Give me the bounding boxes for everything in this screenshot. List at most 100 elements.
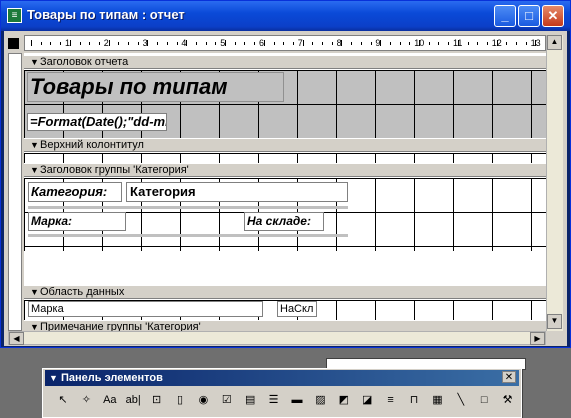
band-detail[interactable]: ▼ Область данных	[24, 285, 546, 299]
toolbox-title-bar[interactable]: ▼ Панель элементов	[45, 370, 519, 386]
close-button[interactable]: ✕	[542, 5, 564, 27]
band-page-header[interactable]: ▼ Верхний колонтитул	[24, 138, 546, 152]
ruler-tick	[438, 42, 440, 45]
date-textbox[interactable]: =Format(Date();"dd-mi	[27, 113, 167, 131]
title-bar[interactable]: ≡ Товары по типам : отчет _ □ ✕	[1, 1, 570, 31]
page-header-section[interactable]	[24, 153, 546, 163]
band-label: Верхний колонтитул	[40, 139, 144, 151]
toolbox-window: ▼ Панель элементов ✕ ↖ ✧ Aa ab| ⊡ ▯ ◉ ☑ ▤ ☰ ▬ ▨ ◩ ◪ ≡ ⊓…	[42, 368, 522, 418]
ruler-tick	[128, 42, 129, 45]
report-title-label[interactable]: Товары по типам	[27, 72, 284, 102]
horizontal-scrollbar[interactable]: ◀ ▶	[8, 331, 546, 345]
ruler-tick	[215, 42, 217, 45]
ruler-tick	[50, 42, 52, 45]
subform-tool[interactable]: ▦	[427, 389, 447, 411]
scroll-down-icon[interactable]: ▼	[547, 314, 562, 329]
ruler-tick	[176, 42, 178, 45]
ruler-tick	[79, 42, 81, 45]
ruler-tick	[448, 42, 450, 45]
ruler-tick	[360, 42, 362, 45]
category-textbox[interactable]: Категория	[126, 182, 348, 202]
ruler-tick	[195, 42, 197, 45]
toolbox-menu-icon[interactable]: ▼	[49, 370, 58, 386]
page-break-tool[interactable]: ≡	[381, 389, 401, 411]
ruler-tick	[89, 42, 91, 45]
horizontal-ruler[interactable]: 1 2 3 4 5 6 7 8 9 10 11 12 13	[24, 35, 546, 51]
control-wizards-tool[interactable]: ✧	[76, 389, 96, 411]
ruler-number: 9	[375, 38, 381, 48]
ruler-tick	[322, 42, 323, 45]
toolbox-close-button[interactable]: ✕	[502, 371, 516, 383]
list-box-tool[interactable]: ☰	[264, 389, 284, 411]
toggle-button-tool[interactable]: ▯	[170, 389, 190, 411]
vertical-scrollbar[interactable]: ▲ ▼	[546, 35, 563, 331]
report-selector[interactable]	[8, 38, 19, 49]
band-label: Примечание группы 'Категория'	[40, 321, 201, 331]
image-tool[interactable]: ▨	[310, 389, 330, 411]
band-arrow-icon: ▼	[30, 140, 39, 150]
ruler-number: 8	[336, 38, 342, 48]
design-surface: 1 2 3 4 5 6 7 8 9 10 11 12 13 ▼ Заголовок отчета Тов…	[4, 31, 567, 346]
checkbox-tool[interactable]: ☑	[217, 389, 237, 411]
band-arrow-icon: ▼	[30, 57, 39, 67]
more-controls-tool[interactable]: ⚒	[498, 389, 518, 411]
combo-box-tool[interactable]: ▤	[240, 389, 260, 411]
band-label: Область данных	[40, 286, 125, 298]
category-label[interactable]: Категория:	[28, 182, 122, 202]
ruler-number: 6	[259, 38, 265, 48]
command-button-tool[interactable]: ▬	[287, 389, 307, 411]
stock-textbox[interactable]: НаСкл	[277, 301, 317, 317]
ruler-tick	[477, 42, 479, 45]
band-group-footer[interactable]: ▼ Примечание группы 'Категория'	[24, 320, 546, 331]
option-group-tool[interactable]: ⊡	[147, 389, 167, 411]
option-button-tool[interactable]: ◉	[193, 389, 213, 411]
ruler-tick	[389, 42, 391, 45]
detail-section[interactable]: Марка НаСкл	[24, 300, 546, 320]
report-header-section[interactable]: Товары по типам =Format(Date();"dd-mi	[24, 70, 546, 138]
ruler-tick	[506, 42, 508, 45]
ruler-tick	[351, 42, 353, 45]
ruler-tick	[409, 42, 411, 45]
report-design-window: ≡ Товары по типам : отчет _ □ ✕ 12345678…	[0, 0, 571, 348]
rectangle-tool[interactable]: □	[474, 389, 494, 411]
line-tool[interactable]: ╲	[451, 389, 471, 411]
ruler-number: 5	[220, 38, 226, 48]
stock-label[interactable]: На складе:	[244, 212, 324, 231]
bound-object-tool[interactable]: ◪	[357, 389, 377, 411]
select-objects-tool[interactable]: ↖	[53, 389, 73, 411]
ruler-tick	[31, 40, 32, 46]
tab-control-tool[interactable]: ⊓	[404, 389, 424, 411]
ruler-tick	[312, 42, 314, 45]
separator-line[interactable]	[28, 234, 348, 237]
ruler-tick	[292, 42, 294, 45]
band-report-header[interactable]: ▼ Заголовок отчета	[24, 55, 546, 69]
scroll-up-icon[interactable]: ▲	[547, 35, 562, 50]
ruler-tick	[399, 42, 401, 45]
band-group-header[interactable]: ▼ Заголовок группы 'Категория'	[24, 163, 546, 177]
brand-textbox[interactable]: Марка	[28, 301, 263, 317]
minimize-button[interactable]: _	[494, 5, 516, 27]
ruler-tick	[244, 42, 246, 45]
maximize-button[interactable]: □	[518, 5, 540, 27]
scroll-left-icon[interactable]: ◀	[9, 332, 24, 345]
ruler-tick	[428, 42, 430, 45]
brand-label[interactable]: Марка:	[28, 212, 126, 231]
band-arrow-icon: ▼	[30, 287, 39, 297]
scroll-right-icon[interactable]: ▶	[530, 332, 545, 345]
band-arrow-icon: ▼	[30, 165, 39, 175]
window-title: Товары по типам : отчет	[27, 7, 185, 22]
unbound-object-tool[interactable]: ◩	[334, 389, 354, 411]
textbox-tool[interactable]: ab|	[123, 389, 143, 411]
ruler-tick	[283, 42, 285, 45]
ruler-tick	[331, 42, 333, 45]
vertical-ruler[interactable]	[8, 53, 22, 331]
separator-line[interactable]	[28, 206, 348, 209]
ruler-number: 10	[414, 38, 425, 48]
toolbox-title: Панель элементов	[61, 372, 163, 384]
ruler-tick	[60, 42, 62, 45]
access-report-icon[interactable]: ≡	[7, 8, 22, 23]
label-tool[interactable]: Aa	[100, 389, 120, 411]
ruler-tick	[254, 42, 256, 45]
ruler-tick	[166, 42, 168, 45]
group-header-section[interactable]: Категория: Категория Марка: На складе:	[24, 178, 546, 251]
